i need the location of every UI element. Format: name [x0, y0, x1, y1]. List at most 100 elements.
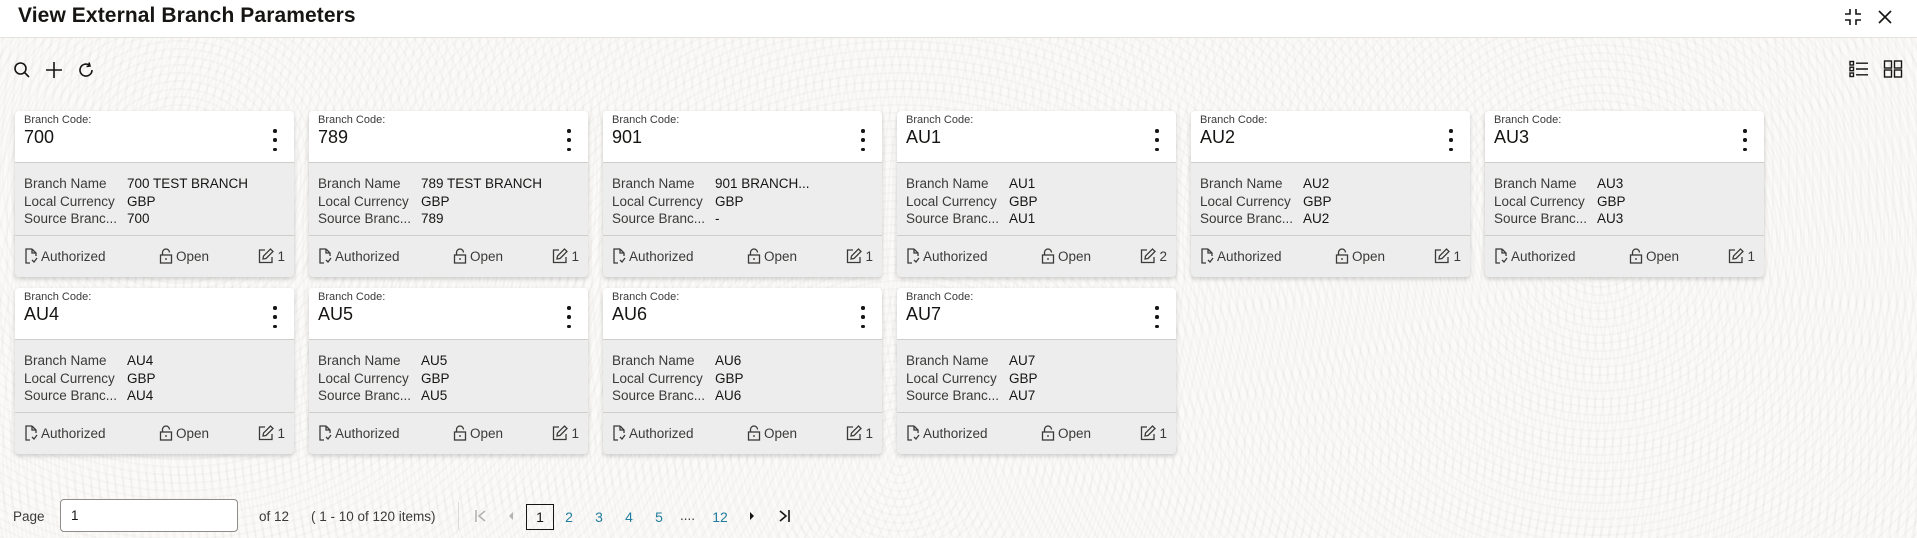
more-actions-button[interactable] — [1738, 129, 1752, 151]
grid-view-button[interactable] — [1881, 57, 1905, 81]
branch-card[interactable]: Branch Code: AU3 Branch Name AU3 Local C… — [1485, 111, 1764, 277]
more-actions-button[interactable] — [268, 129, 282, 151]
field-value: AU3 — [1597, 211, 1624, 226]
card-footer: Authorized Open 1 — [309, 413, 588, 453]
field-value: AU6 — [715, 353, 742, 368]
field-label: Branch Name — [24, 353, 107, 368]
more-actions-button[interactable] — [562, 306, 576, 328]
modification-number: 1 — [552, 425, 579, 441]
field-label: Branch Name — [318, 353, 401, 368]
branch-card[interactable]: Branch Code: 700 Branch Name 700 TEST BR… — [15, 111, 294, 277]
card-body: Branch Name AU3 Local Currency GBP Sourc… — [1485, 163, 1764, 236]
list-view-icon — [1849, 60, 1868, 78]
page-number-input[interactable] — [60, 499, 238, 532]
modification-number: 1 — [552, 248, 579, 264]
next-page-button[interactable] — [745, 504, 759, 528]
card-header: Branch Code: AU2 — [1191, 111, 1470, 163]
field-value: AU2 — [1303, 211, 1330, 226]
page-title: View External Branch Parameters — [18, 4, 356, 27]
card-header: Branch Code: AU4 — [15, 288, 294, 340]
authorized-document-icon — [25, 425, 38, 441]
branch-code-value: AU2 — [1200, 127, 1236, 147]
branch-code-label: Branch Code: — [24, 114, 92, 126]
field-value: GBP — [1009, 370, 1038, 386]
add-icon — [46, 62, 62, 78]
branch-code-label: Branch Code: — [612, 291, 680, 303]
branch-name-field: Branch Name AU3 — [1494, 175, 1755, 193]
page-link[interactable]: 2 — [555, 504, 583, 530]
last-page-button[interactable] — [775, 504, 793, 528]
search-button[interactable] — [10, 58, 34, 82]
field-value: GBP — [715, 370, 744, 386]
more-actions-button[interactable] — [1150, 129, 1164, 151]
authorized-document-icon — [319, 248, 332, 264]
field-label: Local Currency — [612, 370, 703, 386]
minimize-button[interactable] — [1840, 4, 1866, 30]
branch-name-field: Branch Name 700 TEST BRANCH — [24, 175, 285, 193]
page-link[interactable]: 1 — [526, 504, 554, 530]
branch-card[interactable]: Branch Code: 901 Branch Name 901 BRANCH.… — [603, 111, 882, 277]
card-body: Branch Name AU2 Local Currency GBP Sourc… — [1191, 163, 1470, 236]
page-link[interactable]: 5 — [645, 504, 673, 530]
page-link[interactable]: 3 — [585, 504, 613, 530]
field-value: 901 BRANCH... — [715, 176, 810, 191]
branch-card[interactable]: Branch Code: AU6 Branch Name AU6 Local C… — [603, 288, 882, 454]
source-branch-field: Source Branc... AU7 — [906, 387, 1167, 405]
card-header: Branch Code: 789 — [309, 111, 588, 163]
branch-code-value: AU6 — [612, 304, 648, 324]
card-header: Branch Code: 700 — [15, 111, 294, 163]
first-page-button[interactable] — [472, 504, 490, 528]
page-link-last[interactable]: 12 — [706, 504, 734, 530]
field-value: 789 TEST BRANCH — [421, 176, 543, 191]
authorized-document-icon — [907, 425, 920, 441]
branch-card[interactable]: Branch Code: AU7 Branch Name AU7 Local C… — [897, 288, 1176, 454]
edit-icon — [1141, 248, 1157, 264]
close-button[interactable] — [1872, 4, 1898, 30]
modification-number-text: 1 — [865, 425, 873, 441]
record-status: Open — [453, 425, 503, 441]
add-button[interactable] — [42, 58, 66, 82]
page-label: Page — [13, 509, 45, 524]
record-status: Open — [159, 248, 209, 264]
more-actions-button[interactable] — [268, 306, 282, 328]
modification-number: 2 — [1140, 248, 1167, 264]
unlock-icon — [159, 425, 173, 441]
more-actions-button[interactable] — [1444, 129, 1458, 151]
previous-page-button[interactable] — [504, 504, 518, 528]
more-actions-button[interactable] — [856, 129, 870, 151]
list-view-button[interactable] — [1847, 57, 1871, 81]
card-footer: Authorized Open 1 — [897, 413, 1176, 453]
card-footer: Authorized Open 1 — [603, 413, 882, 453]
field-value: AU4 — [127, 353, 154, 368]
authorization-status: Authorized — [906, 425, 988, 441]
branch-card[interactable]: Branch Code: AU5 Branch Name AU5 Local C… — [309, 288, 588, 454]
more-actions-button[interactable] — [1150, 306, 1164, 328]
record-status-text: Open — [1352, 248, 1386, 264]
branch-card[interactable]: Branch Code: AU1 Branch Name AU1 Local C… — [897, 111, 1176, 277]
refresh-button[interactable] — [74, 58, 98, 82]
branch-card[interactable]: Branch Code: AU2 Branch Name AU2 Local C… — [1191, 111, 1470, 277]
field-value: AU2 — [1303, 176, 1330, 191]
field-label: Source Branc... — [906, 388, 1000, 403]
edit-icon — [553, 248, 569, 264]
more-actions-button[interactable] — [562, 129, 576, 151]
field-label: Local Currency — [318, 370, 409, 386]
modification-number-text: 1 — [1159, 425, 1167, 441]
branch-code-value: AU7 — [906, 304, 942, 324]
card-footer: Authorized Open 1 — [603, 236, 882, 276]
card-body: Branch Name 700 TEST BRANCH Local Curren… — [15, 163, 294, 236]
authorization-status: Authorized — [24, 248, 106, 264]
record-status-text: Open — [176, 248, 210, 264]
source-branch-field: Source Branc... AU4 — [24, 387, 285, 405]
field-label: Source Branc... — [318, 211, 412, 226]
record-status-text: Open — [176, 425, 210, 441]
page-link[interactable]: 4 — [615, 504, 643, 530]
branch-card[interactable]: Branch Code: AU4 Branch Name AU4 Local C… — [15, 288, 294, 454]
more-actions-button[interactable] — [856, 306, 870, 328]
source-branch-field: Source Branc... AU1 — [906, 210, 1167, 228]
branch-code-label: Branch Code: — [1494, 114, 1562, 126]
edit-icon — [1729, 248, 1745, 264]
edit-icon — [259, 425, 275, 441]
branch-card[interactable]: Branch Code: 789 Branch Name 789 TEST BR… — [309, 111, 588, 277]
branch-name-field: Branch Name AU5 — [318, 352, 579, 370]
